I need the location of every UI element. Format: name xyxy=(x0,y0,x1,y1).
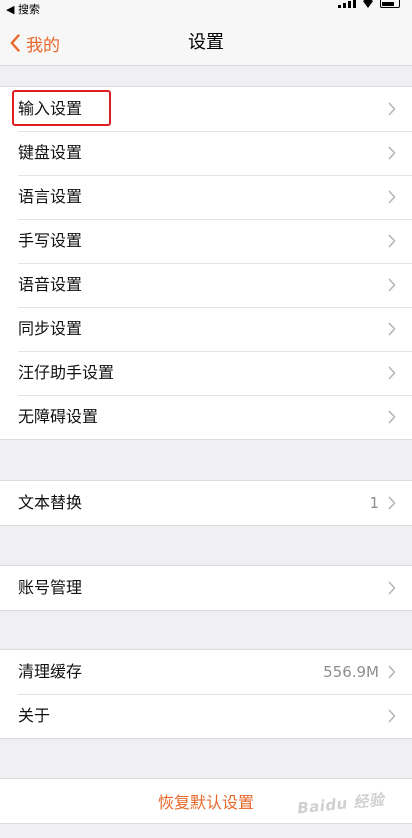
status-back-to-search[interactable]: ◀ 搜索 xyxy=(6,3,40,17)
row-sync-settings[interactable]: 同步设置 xyxy=(0,307,412,351)
battery-icon xyxy=(380,0,400,8)
row-keyboard-settings[interactable]: 键盘设置 xyxy=(0,131,412,175)
row-about[interactable]: 关于 xyxy=(0,694,412,738)
chevron-right-icon xyxy=(388,581,396,595)
row-assistant-settings[interactable]: 汪仔助手设置 xyxy=(0,351,412,395)
row-label: 输入设置 xyxy=(18,99,83,118)
chevron-right-icon xyxy=(388,366,396,380)
row-label: 汪仔助手设置 xyxy=(18,363,115,382)
row-accessibility-settings[interactable]: 无障碍设置 xyxy=(0,395,412,439)
row-value: 1 xyxy=(369,494,379,512)
row-label: 关于 xyxy=(18,706,51,725)
row-input-settings[interactable]: 输入设置 xyxy=(0,87,412,131)
row-voice-settings[interactable]: 语音设置 xyxy=(0,263,412,307)
chevron-right-icon xyxy=(388,410,396,424)
chevron-right-icon xyxy=(388,190,396,204)
row-label: 手写设置 xyxy=(18,231,83,250)
chevron-right-icon xyxy=(388,496,396,510)
row-value: 556.9M xyxy=(323,663,379,681)
row-text-replacement[interactable]: 文本替换 1 xyxy=(0,481,412,525)
row-label: 无障碍设置 xyxy=(18,407,99,426)
settings-group-account: 账号管理 xyxy=(0,565,412,611)
cellular-signal-icon xyxy=(338,0,356,8)
chevron-right-icon xyxy=(388,709,396,723)
row-account-management[interactable]: 账号管理 xyxy=(0,566,412,610)
row-clear-cache[interactable]: 清理缓存 556.9M xyxy=(0,650,412,694)
chevron-right-icon xyxy=(388,234,396,248)
page-title: 设置 xyxy=(188,32,224,53)
settings-group-other: 清理缓存 556.9M 关于 xyxy=(0,649,412,739)
settings-group-main: 输入设置 键盘设置 语言设置 手写设置 语音设置 同步设置 汪仔助手设置 无障碍… xyxy=(0,86,412,440)
navigation-bar: 我的 设置 xyxy=(0,20,412,66)
chevron-right-icon xyxy=(388,278,396,292)
chevron-right-icon xyxy=(388,322,396,336)
chevron-right-icon xyxy=(388,665,396,679)
row-label: 同步设置 xyxy=(18,319,83,338)
wifi-icon xyxy=(363,0,373,8)
row-label: 语音设置 xyxy=(18,275,83,294)
status-bar: ◀ 搜索 xyxy=(0,0,412,20)
row-label: 账号管理 xyxy=(18,578,83,597)
row-label: 文本替换 xyxy=(18,493,83,512)
settings-group-text-replacement: 文本替换 1 xyxy=(0,480,412,526)
row-label: 清理缓存 xyxy=(18,662,83,681)
row-handwriting-settings[interactable]: 手写设置 xyxy=(0,219,412,263)
status-indicators xyxy=(338,0,400,8)
chevron-right-icon xyxy=(388,102,396,116)
row-label: 键盘设置 xyxy=(18,143,83,162)
chevron-right-icon xyxy=(388,146,396,160)
row-language-settings[interactable]: 语言设置 xyxy=(0,175,412,219)
row-label: 语言设置 xyxy=(18,187,83,206)
